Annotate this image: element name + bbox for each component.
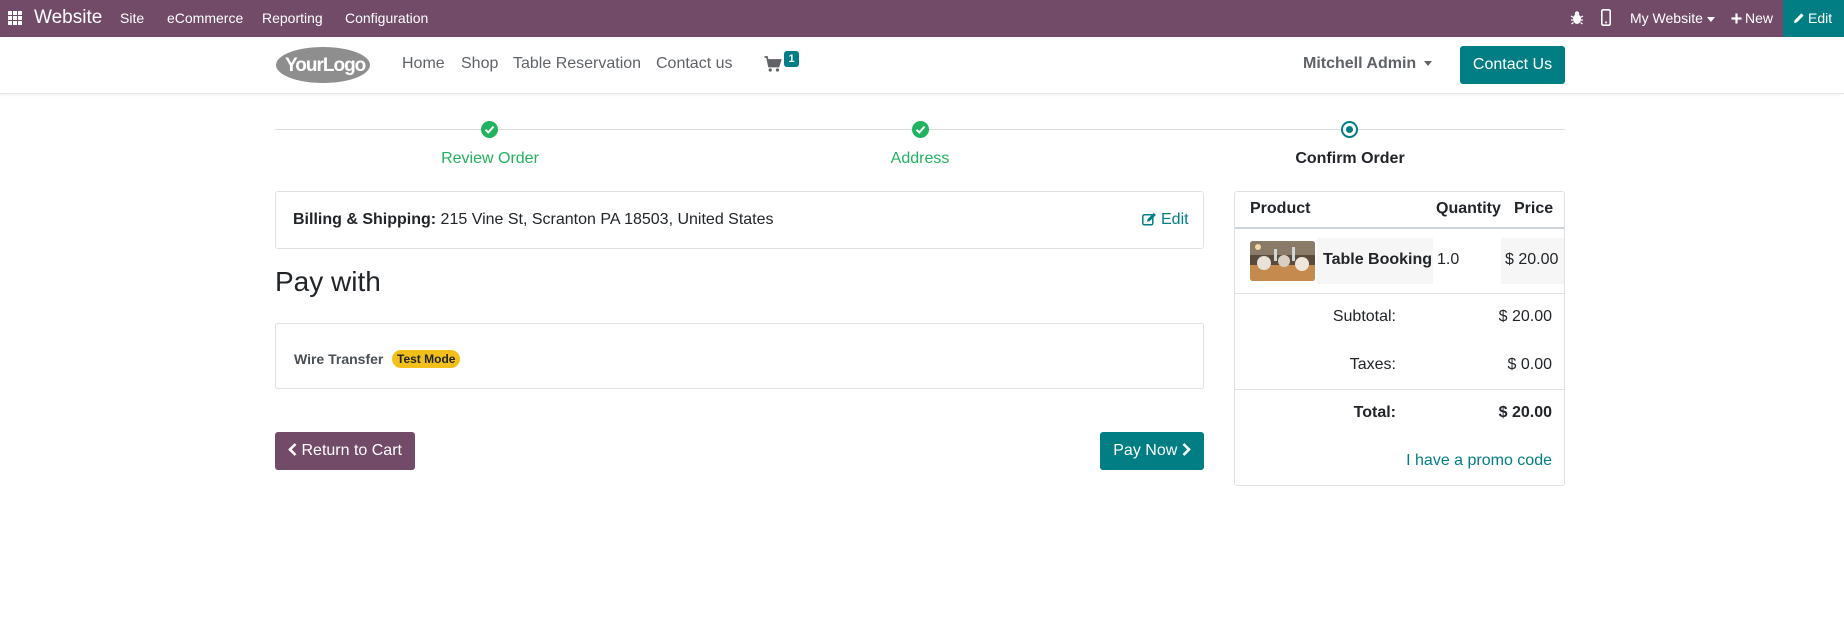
return-to-cart-button[interactable]: Return to Cart	[275, 432, 415, 470]
subtotal-label: Subtotal:	[1332, 308, 1396, 325]
edit-website-button[interactable]: Edit	[1783, 0, 1844, 37]
menu-configuration[interactable]: Configuration	[345, 10, 428, 26]
edit-address-link[interactable]: Edit	[1142, 211, 1189, 229]
app-brand[interactable]: Website	[34, 7, 102, 29]
billing-shipping-label: Billing & Shipping:	[293, 211, 437, 228]
promo-code-link[interactable]: I have a promo code	[1406, 452, 1552, 470]
header-divider	[1235, 227, 1564, 229]
svg-text:YourLogo: YourLogo	[285, 55, 366, 76]
menu-ecommerce[interactable]: eCommerce	[167, 10, 243, 26]
order-summary-table: Product Quantity Price Table Booking 1.0…	[1234, 191, 1565, 486]
step-review-order[interactable]: Review Order	[390, 150, 590, 168]
product-name[interactable]: Table Booking	[1317, 238, 1433, 284]
edit-address-label: Edit	[1161, 211, 1189, 228]
apps-menu-icon[interactable]	[8, 11, 22, 25]
column-header-product: Product	[1250, 200, 1311, 217]
company-logo[interactable]: YourLogo	[275, 44, 371, 85]
nav-contact-us[interactable]: Contact us	[656, 55, 732, 73]
plus-icon	[1731, 13, 1742, 24]
pay-now-button[interactable]: Pay Now	[1100, 432, 1204, 470]
step-confirm-order-current-icon	[1341, 121, 1358, 138]
my-website-label: My Website	[1630, 10, 1703, 26]
billing-shipping-card: Billing & Shipping: 215 Vine St, Scranto…	[275, 191, 1204, 249]
admin-navbar: Website Site eCommerce Reporting Configu…	[0, 0, 1844, 37]
pay-now-label: Pay Now	[1113, 442, 1178, 459]
billing-shipping-address: 215 Vine St, Scranton PA 18503, United S…	[440, 211, 774, 228]
taxes-label: Taxes:	[1349, 356, 1396, 373]
new-label: New	[1745, 10, 1774, 26]
chevron-down-icon	[1706, 16, 1715, 22]
step-review-order-check-icon	[481, 121, 498, 138]
chevron-right-icon	[1182, 443, 1191, 456]
user-menu-dropdown[interactable]: Mitchell Admin	[1303, 55, 1433, 73]
nav-table-reservation[interactable]: Table Reservation	[513, 55, 641, 73]
taxes-value: $ 0.00	[1507, 356, 1552, 373]
menu-reporting[interactable]: Reporting	[262, 10, 323, 26]
cart-count-badge: 1	[784, 51, 799, 67]
menu-site[interactable]: Site	[120, 10, 144, 26]
debug-bug-icon[interactable]	[1570, 10, 1584, 28]
total-label: Total:	[1353, 404, 1396, 421]
total-value: $ 20.00	[1498, 404, 1552, 421]
payment-method-option[interactable]: Wire Transfer Test Mode	[275, 323, 1204, 389]
payment-method-name: Wire Transfer	[294, 351, 384, 367]
column-header-price: Price	[1514, 200, 1554, 217]
billing-shipping-text: Billing & Shipping: 215 Vine St, Scranto…	[293, 211, 774, 229]
step-address[interactable]: Address	[820, 150, 1020, 168]
my-website-dropdown[interactable]: My Website	[1630, 10, 1715, 26]
nav-home[interactable]: Home	[402, 55, 445, 73]
pencil-icon	[1794, 13, 1804, 23]
edit-label: Edit	[1808, 10, 1833, 26]
website-header: YourLogo Home Shop Table Reservation Con…	[0, 37, 1844, 94]
column-header-quantity: Quantity	[1436, 200, 1501, 217]
chevron-left-icon	[288, 443, 297, 456]
user-name: Mitchell Admin	[1303, 55, 1417, 72]
test-mode-badge: Test Mode	[392, 350, 461, 368]
new-content-button[interactable]: New	[1731, 10, 1773, 26]
shopping-cart-icon[interactable]	[764, 55, 782, 73]
product-price: $ 20.00	[1501, 238, 1564, 284]
nav-shop[interactable]: Shop	[461, 55, 498, 73]
pay-with-heading: Pay with	[275, 266, 381, 297]
total-divider	[1235, 389, 1564, 390]
contact-us-button[interactable]: Contact Us	[1460, 46, 1565, 84]
step-confirm-order: Confirm Order	[1295, 150, 1405, 167]
product-thumbnail[interactable]	[1250, 241, 1315, 281]
line-divider	[1235, 293, 1564, 294]
mobile-preview-icon[interactable]	[1601, 9, 1611, 29]
edit-icon	[1142, 212, 1156, 226]
product-quantity: 1.0	[1437, 251, 1460, 268]
chevron-down-icon	[1424, 61, 1433, 67]
step-address-check-icon	[912, 121, 929, 138]
return-to-cart-label: Return to Cart	[301, 442, 402, 459]
subtotal-value: $ 20.00	[1498, 308, 1552, 325]
